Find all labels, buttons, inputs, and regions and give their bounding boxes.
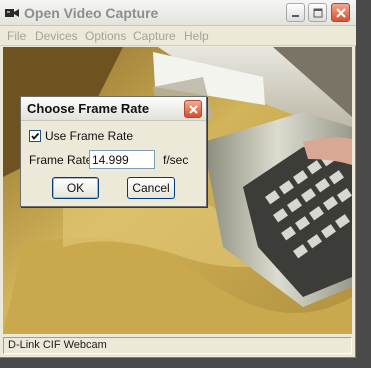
minimize-icon: [292, 15, 299, 17]
window-title: Open Video Capture: [24, 5, 159, 21]
dialog-close-button[interactable]: [184, 100, 202, 118]
checkmark-icon: [31, 132, 40, 140]
minimize-button[interactable]: [286, 3, 305, 22]
maximize-button[interactable]: [308, 3, 327, 22]
close-icon: [336, 8, 346, 18]
menu-devices[interactable]: Devices: [35, 29, 78, 43]
menu-options[interactable]: Options: [85, 29, 126, 43]
main-window: Open Video Capture File Devices Options …: [0, 0, 356, 358]
device-name: D-Link CIF Webcam: [8, 339, 107, 351]
frame-rate-input[interactable]: [89, 150, 155, 169]
dialog-title: Choose Frame Rate: [27, 101, 150, 116]
status-bar: D-Link CIF Webcam: [3, 337, 352, 354]
menu-bar: File Devices Options Capture Help: [0, 26, 356, 46]
close-button[interactable]: [331, 3, 350, 22]
menu-help[interactable]: Help: [184, 29, 209, 43]
camera-icon: [5, 7, 19, 17]
frame-rate-label: Frame Rate:: [29, 153, 96, 167]
ok-button[interactable]: OK: [52, 177, 99, 199]
dialog-title-bar[interactable]: Choose Frame Rate: [21, 97, 206, 121]
frame-rate-unit: f/sec: [163, 153, 189, 167]
maximize-icon: [313, 8, 323, 18]
menu-capture[interactable]: Capture: [133, 29, 176, 43]
menu-file[interactable]: File: [7, 29, 26, 43]
close-icon: [189, 105, 198, 114]
title-bar[interactable]: Open Video Capture: [0, 0, 356, 26]
use-frame-rate-label[interactable]: Use Frame Rate: [45, 129, 133, 143]
use-frame-rate-checkbox[interactable]: [29, 130, 41, 142]
cancel-button[interactable]: Cancel: [127, 177, 175, 199]
choose-frame-rate-dialog: Choose Frame Rate Use Frame Rate Frame R…: [20, 96, 207, 207]
